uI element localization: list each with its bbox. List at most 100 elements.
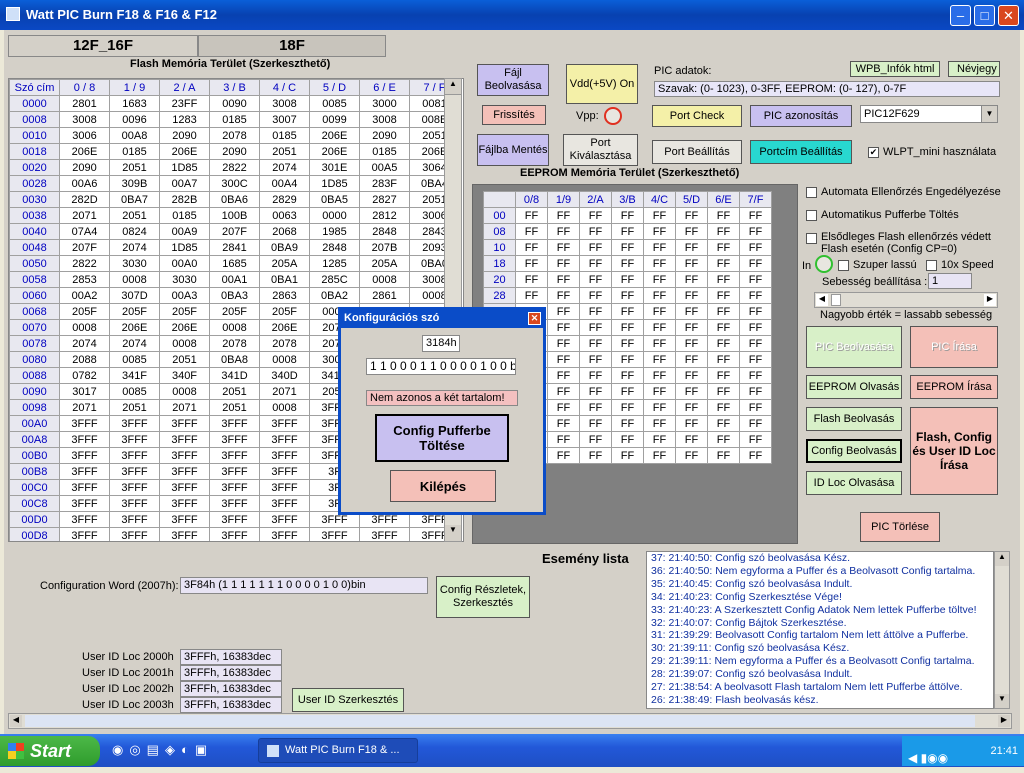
- memory-cell[interactable]: 0008: [209, 319, 260, 336]
- dialog-exit-button[interactable]: Kilépés: [390, 470, 496, 502]
- memory-cell[interactable]: FF: [643, 351, 676, 368]
- memory-cell[interactable]: FF: [643, 255, 676, 272]
- memory-cell[interactable]: 3007: [259, 111, 310, 128]
- memory-cell[interactable]: FF: [547, 415, 580, 432]
- slider-thumb[interactable]: [831, 294, 841, 306]
- memory-cell[interactable]: FF: [643, 447, 676, 464]
- memory-cell[interactable]: 285C: [309, 271, 360, 288]
- memory-cell[interactable]: FF: [515, 223, 548, 240]
- memory-cell[interactable]: 0185: [159, 207, 210, 224]
- memory-cell[interactable]: FF: [547, 207, 580, 224]
- memory-cell[interactable]: 3FFF: [159, 463, 210, 480]
- memory-cell[interactable]: FF: [707, 303, 740, 320]
- memory-cell[interactable]: 0008: [109, 271, 160, 288]
- memory-cell[interactable]: 0085: [109, 383, 160, 400]
- tab-12f-16f[interactable]: 12F_16F: [8, 35, 198, 57]
- checkbox-icon[interactable]: [838, 259, 849, 271]
- memory-cell[interactable]: FF: [739, 431, 772, 448]
- pic-select[interactable]: PIC12F629 ▼: [860, 105, 998, 123]
- memory-cell[interactable]: FF: [579, 239, 612, 256]
- memory-cell[interactable]: FF: [515, 239, 548, 256]
- memory-cell[interactable]: 2071: [59, 207, 110, 224]
- memory-cell[interactable]: 282B: [159, 191, 210, 208]
- memory-cell[interactable]: 3FFF: [59, 431, 110, 448]
- memory-cell[interactable]: FF: [515, 255, 548, 272]
- memory-cell[interactable]: FF: [547, 319, 580, 336]
- memory-cell[interactable]: FF: [675, 383, 708, 400]
- memory-cell[interactable]: 3FFF: [259, 431, 310, 448]
- frissites-button[interactable]: Frissítés: [482, 105, 546, 125]
- list-item[interactable]: 33: 21:40:23: A Szerkesztett Config Adat…: [651, 604, 993, 617]
- memory-cell[interactable]: 3FFF: [159, 431, 210, 448]
- memory-cell[interactable]: 2801: [59, 95, 110, 112]
- memory-cell[interactable]: 3FFF: [59, 463, 110, 480]
- memory-cell[interactable]: 3FFF: [109, 511, 160, 528]
- memory-cell[interactable]: FF: [643, 207, 676, 224]
- checkbox-icon[interactable]: [806, 209, 817, 221]
- memory-cell[interactable]: 206E: [159, 319, 210, 336]
- memory-cell[interactable]: FF: [739, 303, 772, 320]
- memory-cell[interactable]: FF: [579, 319, 612, 336]
- memory-cell[interactable]: 2074: [109, 239, 160, 256]
- list-item[interactable]: 35: 21:40:45: Config szó beolvasása Indu…: [651, 578, 993, 591]
- memory-cell[interactable]: FF: [611, 351, 644, 368]
- memory-cell[interactable]: 1683: [109, 95, 160, 112]
- memory-cell[interactable]: 206E: [309, 127, 360, 144]
- memory-cell[interactable]: 282D: [59, 191, 110, 208]
- scroll-up-icon[interactable]: ▲: [995, 552, 1009, 566]
- memory-cell[interactable]: FF: [739, 383, 772, 400]
- memory-cell[interactable]: 205A: [259, 255, 310, 272]
- event-scrollbar[interactable]: ▲ ▼: [994, 551, 1010, 709]
- memory-cell[interactable]: 0BA1: [259, 271, 310, 288]
- speed-slider[interactable]: ◀ ▶: [814, 292, 998, 308]
- memory-cell[interactable]: FF: [675, 367, 708, 384]
- memory-cell[interactable]: FF: [675, 239, 708, 256]
- memory-cell[interactable]: FF: [675, 399, 708, 416]
- memory-cell[interactable]: 2078: [209, 335, 260, 352]
- memory-cell[interactable]: FF: [643, 399, 676, 416]
- memory-cell[interactable]: 0BA8: [209, 351, 260, 368]
- memory-cell[interactable]: FF: [739, 351, 772, 368]
- close-icon[interactable]: ✕: [998, 5, 1019, 26]
- memory-cell[interactable]: FF: [739, 287, 772, 304]
- memory-cell[interactable]: FF: [547, 271, 580, 288]
- memory-cell[interactable]: FF: [547, 367, 580, 384]
- memory-cell[interactable]: 205F: [59, 303, 110, 320]
- memory-cell[interactable]: 2078: [259, 335, 310, 352]
- memory-cell[interactable]: 3008: [259, 95, 310, 112]
- portcim-beallitas-button[interactable]: Portcím Beállítás: [750, 140, 852, 164]
- memory-cell[interactable]: 2051: [109, 207, 160, 224]
- memory-cell[interactable]: FF: [611, 415, 644, 432]
- scroll-down-icon[interactable]: ▼: [995, 694, 1009, 708]
- memory-cell[interactable]: 3FFF: [59, 447, 110, 464]
- memory-cell[interactable]: FF: [675, 431, 708, 448]
- list-item[interactable]: 28: 21:39:07: Config szó beolvasása Indu…: [651, 668, 993, 681]
- memory-cell[interactable]: FF: [547, 351, 580, 368]
- memory-cell[interactable]: 207F: [59, 239, 110, 256]
- memory-cell[interactable]: FF: [643, 239, 676, 256]
- memory-cell[interactable]: 00A3: [159, 287, 210, 304]
- memory-cell[interactable]: FF: [579, 255, 612, 272]
- memory-cell[interactable]: 2861: [359, 287, 410, 304]
- memory-cell[interactable]: 3006: [59, 127, 110, 144]
- memory-cell[interactable]: FF: [611, 223, 644, 240]
- memory-cell[interactable]: 00A1: [209, 271, 260, 288]
- dialog-close-icon[interactable]: ✕: [528, 312, 541, 325]
- quick-launch-icons[interactable]: ◉◎▤◈◐▣: [112, 742, 213, 758]
- memory-cell[interactable]: 3FFF: [209, 495, 260, 512]
- memory-cell[interactable]: 3FFF: [159, 415, 210, 432]
- memory-cell[interactable]: 2051: [209, 383, 260, 400]
- start-button[interactable]: Start: [0, 736, 100, 766]
- list-item[interactable]: 31: 21:39:29: Beolvasott Config tartalom…: [651, 629, 993, 642]
- memory-cell[interactable]: 0008: [359, 271, 410, 288]
- wpb-info-button[interactable]: WPB_Infók html: [850, 61, 940, 77]
- memory-cell[interactable]: 00A0: [159, 255, 210, 272]
- memory-cell[interactable]: 2051: [109, 159, 160, 176]
- memory-cell[interactable]: 205F: [259, 303, 310, 320]
- memory-cell[interactable]: 07A4: [59, 223, 110, 240]
- memory-cell[interactable]: 307D: [109, 287, 160, 304]
- memory-cell[interactable]: 3FFF: [309, 527, 360, 541]
- memory-cell[interactable]: FF: [643, 223, 676, 240]
- memory-cell[interactable]: FF: [579, 271, 612, 288]
- memory-cell[interactable]: 3FFF: [159, 447, 210, 464]
